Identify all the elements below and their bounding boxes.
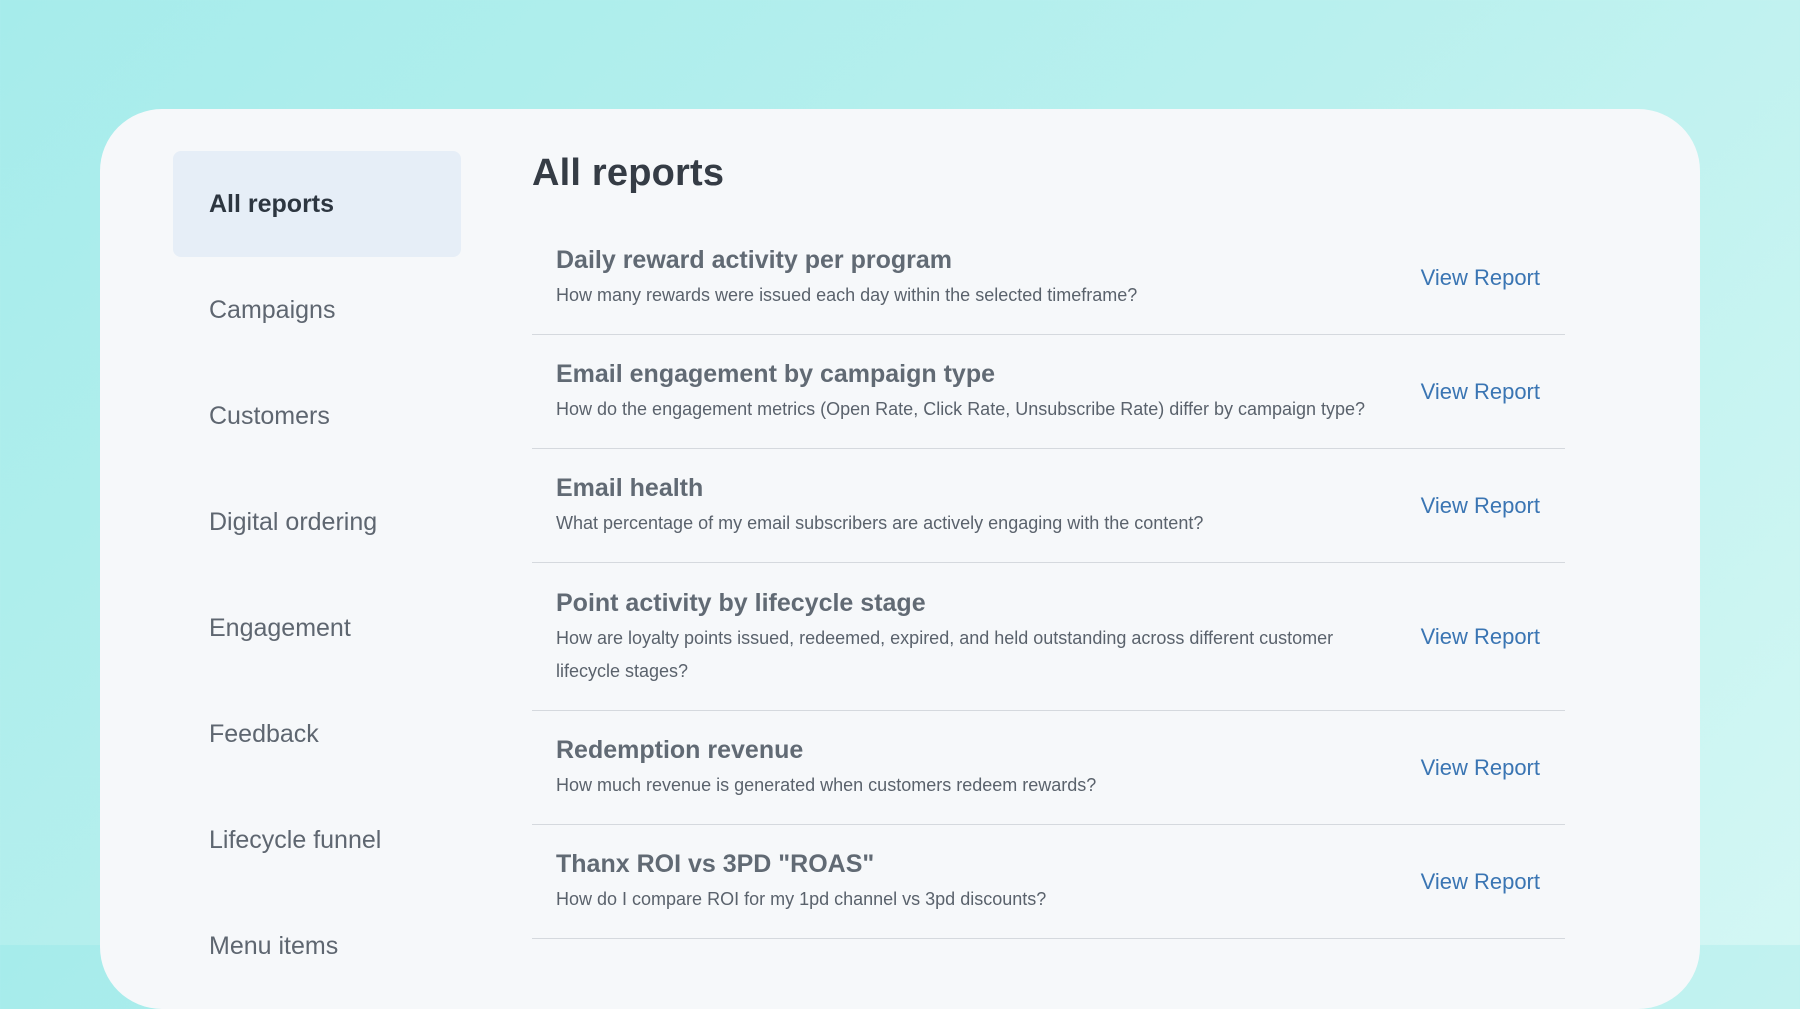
view-report-link[interactable]: View Report [1421,265,1540,291]
sidebar-item-engagement[interactable]: Engagement [173,575,461,681]
report-description: How do I compare ROI for my 1pd channel … [556,889,1047,909]
report-title: Daily reward activity per program [556,246,952,274]
report-description: How much revenue is generated when custo… [556,775,1097,795]
report-description: How do the engagement metrics (Open Rate… [556,399,1366,419]
report-list: Daily reward activity per program How ma… [532,221,1565,939]
report-text: Point activity by lifecycle stage How ar… [556,586,1401,688]
report-row: Point activity by lifecycle stage How ar… [532,563,1565,711]
report-row: Email engagement by campaign type How do… [532,335,1565,449]
report-description: How are loyalty points issued, redeemed,… [556,627,1334,681]
report-title: Redemption revenue [556,736,804,764]
main-content: All reports Daily reward activity per pr… [532,143,1565,939]
sidebar-item-feedback[interactable]: Feedback [173,681,461,787]
report-description: How many rewards were issued each day wi… [556,285,1138,305]
sidebar-item-menu-items[interactable]: Menu items [173,893,461,999]
view-report-link[interactable]: View Report [1421,755,1540,781]
report-text: Thanx ROI vs 3PD "ROAS" How do I compare… [556,847,1401,916]
sidebar-item-customers[interactable]: Customers [173,363,461,469]
report-text: Email health What percentage of my email… [556,471,1401,540]
report-title: Email health [556,474,704,502]
report-title: Point activity by lifecycle stage [556,588,926,617]
sidebar-item-digital-ordering[interactable]: Digital ordering [173,469,461,575]
report-text: Daily reward activity per program How ma… [556,243,1401,312]
report-text: Redemption revenue How much revenue is g… [556,733,1401,802]
report-row: Email health What percentage of my email… [532,449,1565,563]
report-row: Daily reward activity per program How ma… [532,221,1565,335]
reports-panel: All reports Campaigns Customers Digital … [100,109,1700,1009]
view-report-link[interactable]: View Report [1421,493,1540,519]
sidebar: All reports Campaigns Customers Digital … [173,151,461,999]
view-report-link[interactable]: View Report [1421,624,1540,650]
report-row: Thanx ROI vs 3PD "ROAS" How do I compare… [532,825,1565,939]
sidebar-item-all-reports[interactable]: All reports [173,151,461,257]
page-title: All reports [532,152,725,194]
view-report-link[interactable]: View Report [1421,869,1540,895]
report-title: Thanx ROI vs 3PD "ROAS" [556,850,875,878]
report-row: Redemption revenue How much revenue is g… [532,711,1565,825]
report-text: Email engagement by campaign type How do… [556,357,1401,426]
report-title: Email engagement by campaign type [556,360,996,388]
sidebar-item-lifecycle-funnel[interactable]: Lifecycle funnel [173,787,461,893]
report-description: What percentage of my email subscribers … [556,513,1204,533]
view-report-link[interactable]: View Report [1421,379,1540,405]
sidebar-item-campaigns[interactable]: Campaigns [173,257,461,363]
